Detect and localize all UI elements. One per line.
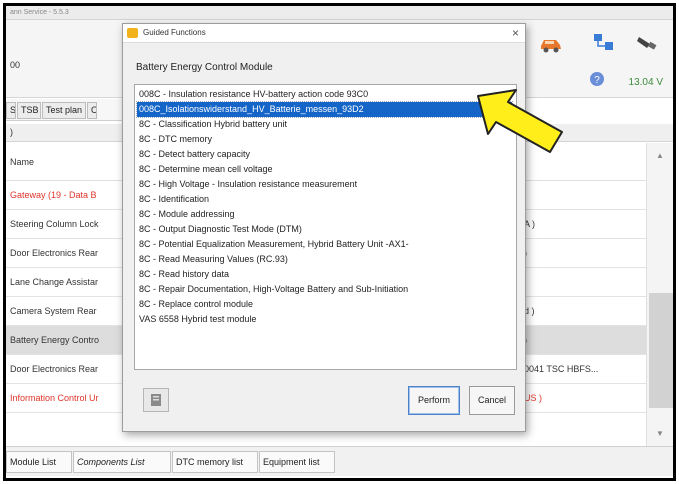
- screenshot-frame: ann Service - 5.5.3 00 ? 13.04 V S TSB T…: [3, 3, 676, 481]
- list-item[interactable]: 008C - Insulation resistance HV-battery …: [137, 87, 512, 102]
- scroll-down-icon[interactable]: ▼: [656, 429, 664, 438]
- perform-button[interactable]: Perform: [408, 386, 460, 415]
- list-item[interactable]: 8C - Identification: [137, 192, 512, 207]
- battery-voltage: 13.04 V: [628, 77, 663, 88]
- tab-dtc-memory-list[interactable]: DTC memory list: [172, 451, 258, 473]
- tab-tsb[interactable]: TSB: [17, 102, 41, 119]
- svg-text:?: ?: [594, 75, 600, 86]
- row-name: Camera System Rear: [10, 306, 97, 316]
- tab-module-list[interactable]: Module List: [6, 451, 72, 473]
- main-tab-bar: S TSB Test plan O: [6, 99, 136, 121]
- row-status: US ): [524, 393, 542, 403]
- tab-test-plan[interactable]: Test plan: [42, 102, 86, 119]
- app-icon: [127, 28, 138, 38]
- row-name: Door Electronics Rear: [10, 364, 99, 374]
- scroll-thumb[interactable]: [649, 293, 673, 408]
- tab-s[interactable]: S: [6, 102, 16, 119]
- row-name: Gateway (19 - Data B: [10, 190, 97, 200]
- dialog-title-bar[interactable]: Guided Functions ×: [123, 24, 525, 43]
- list-item-selected[interactable]: 008C_Isolationswiderstand_HV_Batterie_me…: [136, 101, 513, 118]
- row-name: Lane Change Assistar: [10, 277, 99, 287]
- documentation-button[interactable]: [143, 388, 169, 412]
- tab-o[interactable]: O: [87, 102, 97, 119]
- dialog-title: Guided Functions: [143, 28, 206, 37]
- scroll-up-icon[interactable]: ▲: [656, 151, 664, 160]
- list-item[interactable]: 8C - Repair Documentation, High-Voltage …: [137, 282, 512, 297]
- module-list-scrollbar[interactable]: ▲ ▼: [646, 143, 673, 447]
- network-icon[interactable]: [592, 32, 616, 52]
- list-item[interactable]: 8C - Potential Equalization Measurement,…: [137, 237, 512, 252]
- row-name: Battery Energy Contro: [10, 335, 100, 345]
- car-icon[interactable]: [539, 34, 563, 54]
- name-column-label: Name: [10, 157, 35, 167]
- list-item[interactable]: 8C - Module addressing: [137, 207, 512, 222]
- tab-components-list[interactable]: Components List: [73, 451, 171, 473]
- plug-icon[interactable]: [636, 32, 660, 52]
- control-module-heading: Battery Energy Control Module: [136, 62, 273, 73]
- cancel-button[interactable]: Cancel: [469, 386, 515, 415]
- guided-functions-dialog: Guided Functions × Battery Energy Contro…: [122, 23, 526, 432]
- list-item[interactable]: 8C - Read history data: [137, 267, 512, 282]
- app-title: ann Service - 5.5.3: [10, 9, 69, 16]
- list-item[interactable]: 8C - Read Measuring Values (RC.93): [137, 252, 512, 267]
- help-icon[interactable]: ?: [589, 71, 605, 87]
- row-name: Information Control Ur: [10, 393, 99, 403]
- app-title-bar: ann Service - 5.5.3: [6, 6, 673, 20]
- list-item[interactable]: 8C - Classification Hybrid battery unit: [137, 117, 512, 132]
- bottom-tab-bar: Module List Components List DTC memory l…: [6, 446, 673, 476]
- list-item[interactable]: 8C - Determine mean cell voltage: [137, 162, 512, 177]
- close-icon[interactable]: ×: [512, 26, 519, 40]
- list-item[interactable]: 8C - Detect battery capacity: [137, 147, 512, 162]
- guided-function-list[interactable]: 008C - Insulation resistance HV-battery …: [134, 84, 517, 370]
- list-item[interactable]: 8C - High Voltage - Insulation resistanc…: [137, 177, 512, 192]
- tab-equipment-list[interactable]: Equipment list: [259, 451, 335, 473]
- list-item[interactable]: 8C - DTC memory: [137, 132, 512, 147]
- row-status: 0041 TSC HBFS...: [524, 364, 599, 374]
- list-item[interactable]: 8C - Output Diagnostic Test Mode (DTM): [137, 222, 512, 237]
- pointer-arrow-icon: [477, 89, 563, 153]
- row-name: Steering Column Lock: [10, 219, 99, 229]
- list-item[interactable]: VAS 6558 Hybrid test module: [137, 312, 512, 327]
- row-name: Door Electronics Rear: [10, 248, 99, 258]
- document-icon: [151, 394, 161, 406]
- list-section-title: ): [10, 127, 13, 137]
- vehicle-id: 00: [10, 60, 21, 70]
- list-item[interactable]: 8C - Replace control module: [137, 297, 512, 312]
